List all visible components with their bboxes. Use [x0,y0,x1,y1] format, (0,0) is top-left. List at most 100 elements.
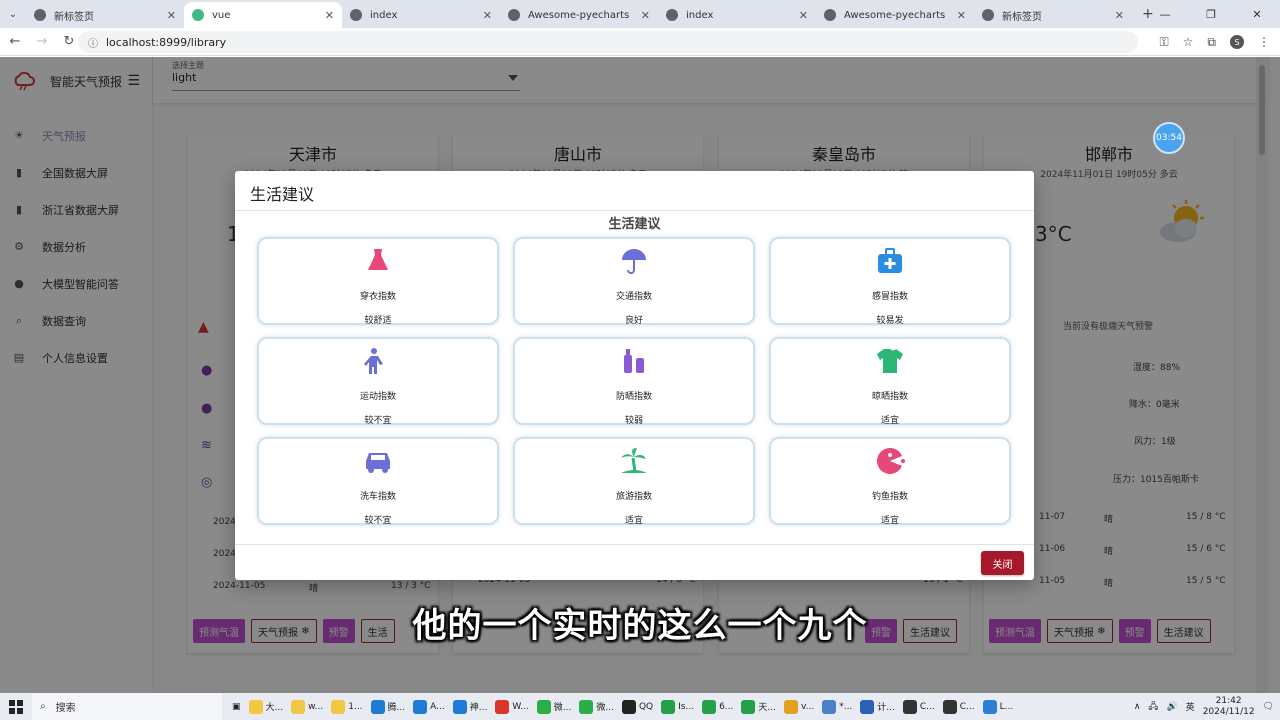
index-value: 适宜 [880,416,899,426]
close-tab-icon[interactable]: ✕ [1115,9,1124,22]
clock-bubble[interactable]: 03:54 [1153,122,1185,154]
life-index-card: 运动指数 较不宜 [257,337,499,426]
taskbar-app-label: 大... [265,703,284,713]
restore-icon[interactable]: ❐ [1188,0,1234,28]
taskbar-app-label: 计... [877,703,895,713]
life-index-card: 感冒指数 较易发 [769,237,1011,326]
tab-title: 新标签页 [54,11,94,23]
site-info-icon[interactable]: ⓘ [88,35,98,50]
close-tab-icon[interactable]: ✕ [167,9,176,22]
browser-tab[interactable]: index ✕ [342,2,500,28]
taskbar-app-label: A... [430,701,445,712]
close-tab-icon[interactable]: ✕ [641,9,650,22]
dress-icon [363,246,393,276]
index-value: 较不宜 [364,516,392,526]
taskbar-app[interactable]: v... [780,693,818,720]
password-key-icon[interactable]: ⚿ [1160,35,1169,50]
taskbar-app[interactable]: 天... [737,693,780,720]
taskbar-app[interactable]: 6... [698,693,737,720]
tab-search-icon[interactable]: ⌄ [0,0,26,28]
notification-icon[interactable]: 🗨 [1263,702,1274,712]
index-value: 较弱 [624,416,643,426]
search-icon: ⌕ [40,701,46,712]
back-icon[interactable]: ← [3,34,27,49]
tab-favicon-icon [982,9,994,21]
taskbar-app[interactable]: W... [491,693,532,720]
app-icon [783,699,798,714]
taskbar-app[interactable]: 1... [327,693,366,720]
taskbar-app[interactable]: 微... [533,693,576,720]
input-language[interactable]: 英 [1186,700,1195,713]
taskbar-app[interactable]: Is... [657,693,698,720]
tab-title: 新标签页 [1002,11,1042,23]
browser-tab[interactable]: vue ✕ [184,2,342,28]
address-bar[interactable]: ⓘ localhost:8999/library [78,31,1138,53]
profile-avatar[interactable]: S [1230,35,1244,49]
extensions-icon[interactable]: ⧉ [1207,35,1216,50]
shirt-icon [875,346,905,376]
taskbar-search[interactable]: ⌕ 搜索 [32,693,222,720]
taskbar-app[interactable]: C... [939,693,979,720]
taskbar-app-label: 腾... [387,703,406,713]
close-window-icon[interactable]: ✕ [1234,0,1280,28]
taskbar-app[interactable]: 腾... [367,693,410,720]
dialog-subtitle: 生活建议 [608,217,661,232]
taskbar-app[interactable]: w... [287,693,327,720]
tray-chevron-icon[interactable]: ∧ [1134,702,1141,712]
tab-title: Awesome-pyecharts [528,9,630,21]
taskbar-app[interactable]: 微... [575,693,618,720]
browser-tab[interactable]: index ✕ [658,2,816,28]
app-icon [370,699,385,714]
close-tab-icon[interactable]: ✕ [325,9,334,22]
taskbar-app[interactable]: 大... [245,693,288,720]
taskbar-app-label: L... [999,701,1014,712]
taskbar-app[interactable]: 计... [856,693,899,720]
taskbar-app-label: W... [512,701,529,712]
taskbar-app[interactable]: *... [818,693,856,720]
taskbar-app[interactable]: A... [409,693,449,720]
browser-tab[interactable]: Awesome-pyecharts ✕ [816,2,974,28]
index-value: 较不宜 [364,416,392,426]
sport-icon [363,346,393,376]
life-index-card: 钓鱼指数 适宜 [769,437,1011,526]
app-icon [942,699,957,714]
minimize-icon[interactable]: — [1142,0,1188,28]
life-index-card: 防晒指数 较弱 [513,337,755,426]
app-icon [248,699,263,714]
app-icon [902,699,917,714]
browser-tab[interactable]: Awesome-pyecharts ✕ [500,2,658,28]
forward-icon[interactable]: → [30,34,54,49]
close-tab-icon[interactable]: ✕ [957,9,966,22]
close-tab-icon[interactable]: ✕ [799,9,808,22]
taskbar-app-label: 微... [553,703,572,713]
browser-tab-strip: ⌄ 新标签页 ✕ vue ✕ index ✕ Awesome-pyecharts… [0,0,1280,28]
video-subtitle: 他的一个实时的这么一个九个 [412,606,868,646]
chrome-menu-icon[interactable]: ⋮ [1258,35,1270,49]
app-icon [661,699,676,714]
taskbar-app[interactable]: L... [979,693,1018,720]
network-icon[interactable]: 🖧 [1148,699,1158,715]
taskbar-app-label: QQ [638,701,654,712]
index-label: 钓鱼指数 [871,492,908,502]
task-view-icon[interactable]: ▣ [228,693,245,720]
dialog-title: 生活建议 [250,185,315,204]
system-tray: ∧ 🖧 🔊 英 21:42 2024/11/12 🗨 [1134,693,1280,720]
url-text: localhost:8999/library [106,35,227,49]
taskbar-clock[interactable]: 21:42 2024/11/12 [1203,696,1255,718]
index-label: 旅游指数 [615,492,652,502]
taskbar-app[interactable]: C... [899,693,939,720]
browser-tab[interactable]: 新标签页 ✕ [26,2,184,28]
divider [235,544,1034,545]
taskbar-app[interactable]: QQ [618,693,657,720]
close-tab-icon[interactable]: ✕ [483,9,492,22]
close-button[interactable]: 关闭 [981,551,1024,575]
bookmark-star-icon[interactable]: ☆ [1183,35,1194,49]
browser-tab[interactable]: 新标签页 ✕ [974,2,1132,28]
index-value: 适宜 [880,516,899,526]
sunscreen-icon [619,346,649,376]
windows-start-icon[interactable] [0,693,32,720]
taskbar-app[interactable]: 神... [449,693,492,720]
taskbar-time: 21:42 [1215,695,1242,706]
taskbar-app-label: 6... [719,701,734,712]
volume-icon[interactable]: 🔊 [1166,702,1177,712]
